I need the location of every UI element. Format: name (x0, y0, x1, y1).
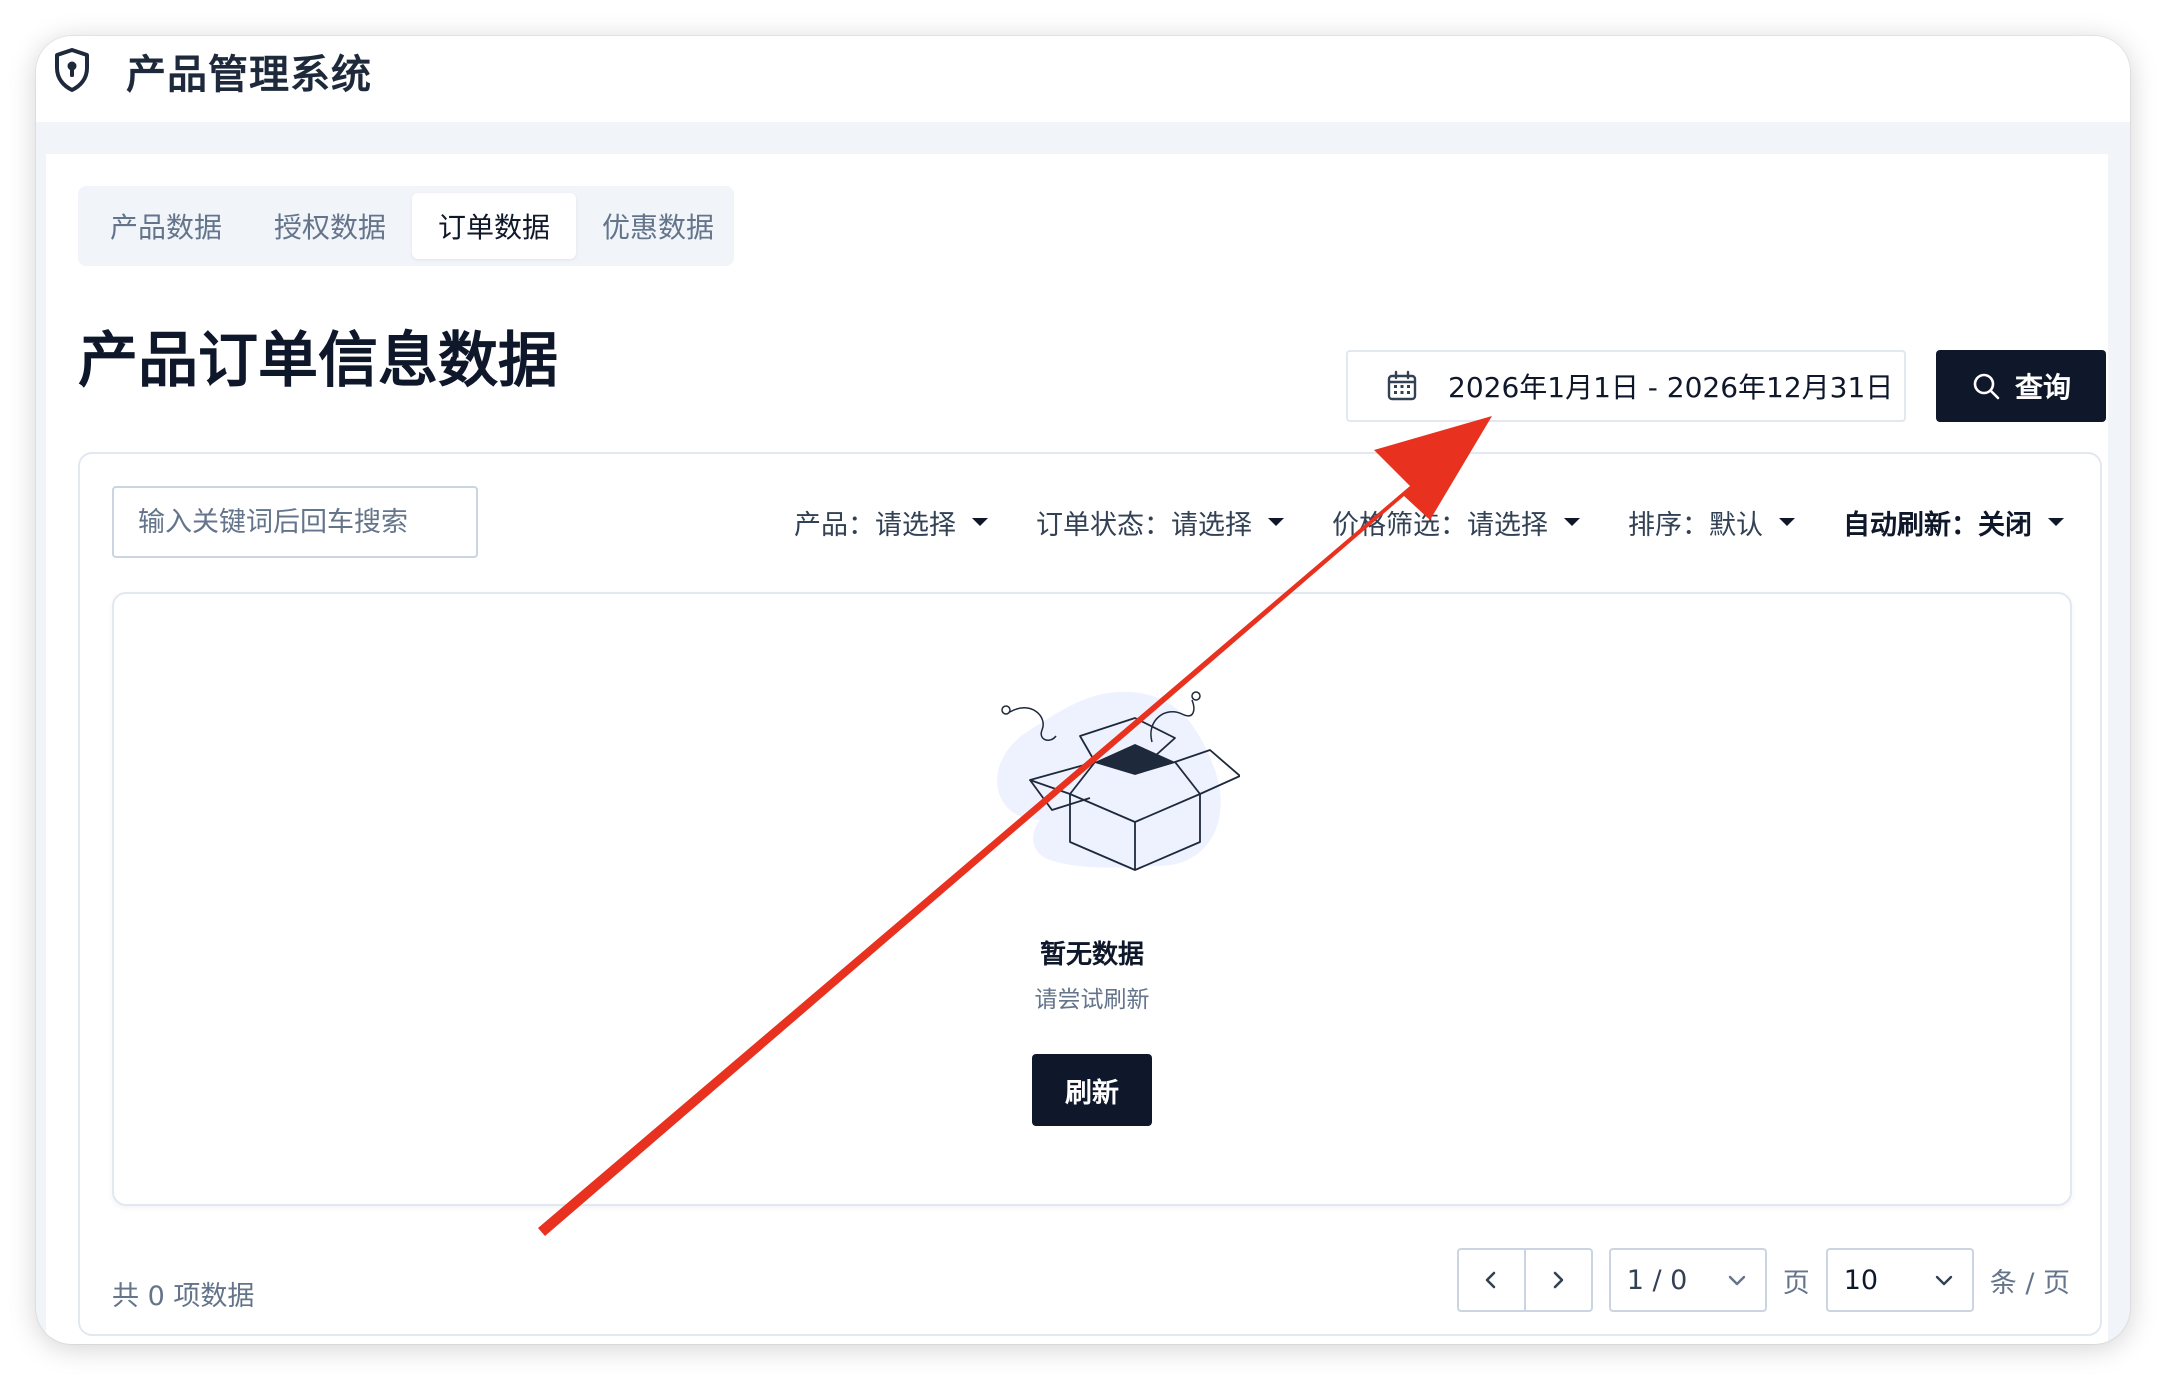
tab-bar: 产品数据 授权数据 订单数据 优惠数据 (78, 186, 734, 266)
data-card: 产品：请选择 订单状态：请选择 价格筛选：请选择 排序：默认 自动刷新：关闭 (78, 452, 2102, 1336)
date-range-value: 2026年1月1日 - 2026年12月31日 (1448, 371, 1894, 404)
calendar-icon (1387, 370, 1417, 401)
page-size-suffix: 条 / 页 (1989, 1267, 2070, 1299)
chevron-down-icon (1728, 1275, 1745, 1286)
empty-state-panel: 暂无数据 请尝试刷新 刷新 (112, 592, 2072, 1206)
empty-state-subtitle: 请尝试刷新 (1034, 987, 1150, 1013)
page-select[interactable]: 1 / 0 (1608, 1248, 1767, 1312)
app-header: 产品管理系统 (36, 36, 2130, 122)
date-range-picker[interactable]: 2026年1月1日 - 2026年12月31日 (1346, 350, 1906, 422)
tab-order-data[interactable]: 订单数据 (412, 193, 577, 259)
search-input[interactable] (112, 486, 478, 558)
caret-down-icon (2048, 518, 2064, 526)
filter-bar: 产品：请选择 订单状态：请选择 价格筛选：请选择 排序：默认 自动刷新：关闭 (794, 486, 2064, 558)
chevron-right-icon (1553, 1271, 1564, 1289)
filter-product-label: 产品：请选择 (794, 509, 956, 541)
caret-down-icon (1779, 518, 1795, 526)
filter-price-label: 价格筛选：请选择 (1332, 509, 1548, 541)
tab-discount-data[interactable]: 优惠数据 (576, 193, 740, 259)
app-window: 产品管理系统 产品数据 授权数据 订单数据 优惠数据 产品订单信息数据 2026… (36, 36, 2130, 1344)
chevron-left-icon (1485, 1271, 1496, 1289)
page-size-value: 10 (1843, 1264, 1879, 1296)
pagination: 1 / 0 页 10 条 / 页 (1456, 1248, 2070, 1312)
total-count: 共 0 项数据 (112, 1281, 255, 1312)
page-select-value: 1 / 0 (1626, 1264, 1688, 1296)
prev-page-button[interactable] (1459, 1250, 1526, 1310)
refresh-button[interactable]: 刷新 (1032, 1054, 1152, 1126)
shield-keyhole-icon (55, 48, 89, 92)
chevron-down-icon (1935, 1275, 1952, 1286)
page-size-select[interactable]: 10 (1825, 1248, 1974, 1312)
filter-order-status[interactable]: 订单状态：请选择 (1036, 503, 1284, 542)
tab-product-data[interactable]: 产品数据 (84, 193, 248, 259)
filter-auto-refresh[interactable]: 自动刷新：关闭 (1843, 503, 2064, 542)
query-button[interactable]: 查询 (1936, 350, 2106, 422)
filter-order-status-label: 订单状态：请选择 (1036, 509, 1252, 541)
filter-sort[interactable]: 排序：默认 (1628, 503, 1795, 542)
empty-state-title: 暂无数据 (1039, 940, 1144, 970)
filter-auto-refresh-label: 自动刷新：关闭 (1843, 509, 2032, 541)
caret-down-icon (1564, 518, 1580, 526)
empty-box-illustration (997, 691, 1240, 871)
page-suffix: 页 (1782, 1267, 1810, 1299)
filter-price[interactable]: 价格筛选：请选择 (1332, 503, 1580, 542)
query-button-label: 查询 (2014, 371, 2071, 404)
app-title: 产品管理系统 (126, 52, 372, 98)
search-icon (1973, 373, 2000, 400)
filter-sort-label: 排序：默认 (1628, 509, 1763, 541)
main-content: 产品数据 授权数据 订单数据 优惠数据 产品订单信息数据 2026年1月1日 -… (46, 154, 2108, 1344)
pagination-nav (1456, 1248, 1593, 1312)
filter-product[interactable]: 产品：请选择 (794, 503, 988, 542)
next-page-button[interactable] (1526, 1250, 1591, 1310)
caret-down-icon (1268, 518, 1284, 526)
tab-license-data[interactable]: 授权数据 (248, 193, 412, 259)
page-title: 产品订单信息数据 (78, 326, 558, 396)
caret-down-icon (972, 518, 988, 526)
